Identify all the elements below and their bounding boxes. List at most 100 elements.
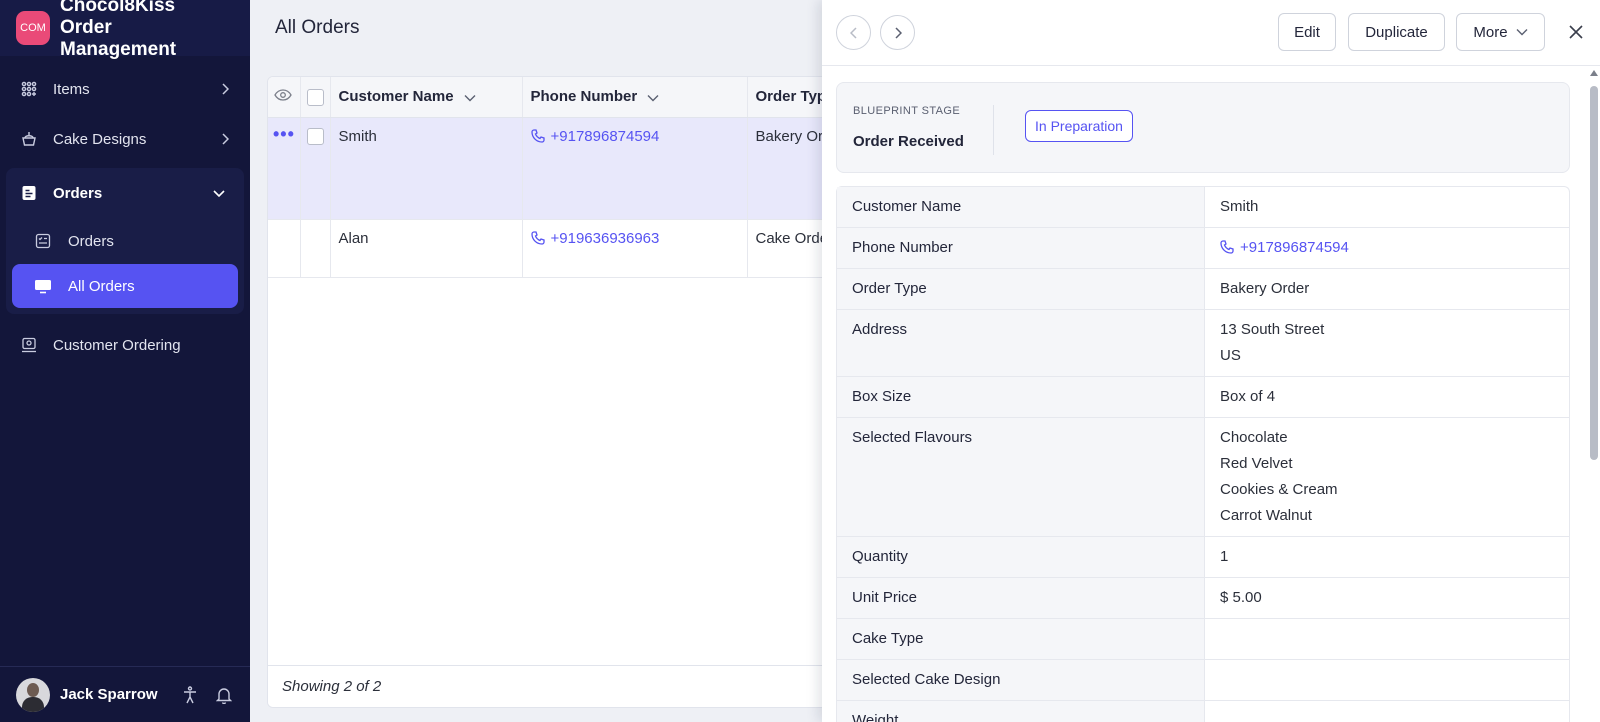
detail-row-cake-type: Cake Type <box>837 619 1569 660</box>
phone-number-link[interactable]: +917896874594 <box>551 128 660 145</box>
eye-icon[interactable] <box>274 88 292 105</box>
close-panel-button[interactable] <box>1562 18 1590 46</box>
row-select-cell <box>300 219 331 278</box>
detail-row-address: Address 13 South Street US <box>837 310 1569 377</box>
scroll-up-arrow-icon[interactable] <box>1590 70 1598 76</box>
user-name: Jack Sparrow <box>60 686 158 703</box>
sidebar: COM Chocol8Kiss Order Management Items C… <box>0 0 250 722</box>
flavour-item: Cookies & Cream <box>1220 481 1338 498</box>
sidebar-subitem-label: Orders <box>68 232 114 250</box>
order-detail-panel: Edit Duplicate More BLUEPRINT STAGE Orde… <box>822 0 1600 722</box>
panel-header: Edit Duplicate More <box>822 0 1600 66</box>
detail-value: $ 5.00 <box>1220 589 1262 606</box>
sidebar-subitem-orders[interactable]: Orders <box>12 218 238 264</box>
detail-label: Selected Cake Design <box>837 660 1205 700</box>
sidebar-item-customer-ordering[interactable]: Customer Ordering <box>0 320 250 370</box>
detail-label: Selected Flavours <box>837 418 1205 536</box>
chevron-down-icon[interactable] <box>647 89 659 106</box>
table-row[interactable]: Alan +919636936963 Cake Order <box>268 219 826 278</box>
detail-value: Chocolate Red Velvet Cookies & Cream Car… <box>1205 418 1569 536</box>
address-line: US <box>1220 347 1241 364</box>
duplicate-button[interactable]: Duplicate <box>1348 13 1445 51</box>
stage-label: BLUEPRINT STAGE <box>853 105 961 117</box>
page-title: All Orders <box>275 17 360 38</box>
order-details-table: Customer Name Smith Phone Number +917896… <box>836 186 1570 722</box>
column-header-label: Phone Number <box>530 87 638 105</box>
accessibility-icon[interactable] <box>180 685 200 705</box>
phone-number-link[interactable]: +919636936963 <box>551 230 660 247</box>
column-visibility-header[interactable] <box>268 77 301 118</box>
sidebar-nav: Items Cake Designs Orders Orders All Ord… <box>0 56 250 370</box>
more-button[interactable]: More <box>1456 13 1545 51</box>
detail-label: Phone Number <box>837 228 1205 268</box>
detail-label: Quantity <box>837 537 1205 577</box>
detail-value: 13 South Street US <box>1205 310 1569 376</box>
sidebar-subitem-all-orders[interactable]: All Orders <box>12 264 238 308</box>
next-record-button[interactable] <box>880 15 915 50</box>
detail-row-selected-flavours: Selected Flavours Chocolate Red Velvet C… <box>837 418 1569 537</box>
close-icon <box>1569 25 1583 39</box>
detail-label: Box Size <box>837 377 1205 417</box>
cell-order-type[interactable]: Bakery Order <box>747 117 826 220</box>
chevron-right-icon <box>894 26 902 39</box>
blueprint-stage-card: BLUEPRINT STAGE Order Received In Prepar… <box>836 82 1570 173</box>
flavour-item: Carrot Walnut <box>1220 507 1312 524</box>
app-title: Chocol8Kiss Order Management <box>60 0 177 60</box>
detail-row-quantity: Quantity 1 <box>837 537 1569 578</box>
sidebar-item-label: Cake Designs <box>53 130 147 148</box>
panel-scrollbar[interactable] <box>1590 70 1598 720</box>
flavour-item: Red Velvet <box>1220 455 1293 472</box>
main-content: All Orders Customer Name Phone Number Or… <box>250 0 827 722</box>
chevron-down-icon <box>212 186 226 200</box>
flavour-item: Chocolate <box>1220 429 1288 446</box>
sidebar-item-label: Customer Ordering <box>53 336 181 354</box>
column-header-customer-name[interactable]: Customer Name <box>330 77 523 118</box>
cell-phone-number[interactable]: +917896874594 <box>522 117 748 220</box>
select-all-checkbox[interactable] <box>306 88 324 106</box>
sidebar-item-orders[interactable]: Orders <box>6 168 244 218</box>
clipboard-icon <box>20 184 38 202</box>
more-button-label: More <box>1473 23 1508 41</box>
cell-customer-name[interactable]: Smith <box>330 117 523 220</box>
chevron-right-icon <box>218 132 232 146</box>
edit-button[interactable]: Edit <box>1278 13 1336 51</box>
cell-customer-name[interactable]: Alan <box>330 219 523 278</box>
bell-icon[interactable] <box>214 685 234 705</box>
detail-label: Unit Price <box>837 578 1205 618</box>
detail-label: Order Type <box>837 269 1205 309</box>
chevron-down-icon[interactable] <box>464 89 476 106</box>
detail-row-customer-name: Customer Name Smith <box>837 187 1569 228</box>
current-stage: Order Received <box>853 133 964 150</box>
scrollbar-thumb[interactable] <box>1590 86 1598 460</box>
orders-table-card: Customer Name Phone Number Order Type ••… <box>267 76 827 708</box>
table-row[interactable]: ••• Smith +917896874594 Bakery Order <box>268 117 826 220</box>
more-actions-icon[interactable]: ••• <box>273 124 295 144</box>
sidebar-footer: Jack Sparrow <box>0 666 250 722</box>
phone-icon <box>530 230 545 245</box>
column-header-label: Customer Name <box>338 87 454 105</box>
table-footer: Showing 2 of 2 <box>268 665 826 707</box>
sidebar-item-items[interactable]: Items <box>0 64 250 114</box>
row-actions-cell <box>268 219 301 278</box>
avatar[interactable] <box>16 677 50 712</box>
cell-order-type[interactable]: Cake Order <box>747 219 826 278</box>
detail-value: Box of 4 <box>1220 388 1276 405</box>
app-logo: COM <box>16 11 50 45</box>
column-header-order-type[interactable]: Order Type <box>747 77 827 118</box>
detail-row-phone-number: Phone Number +917896874594 <box>837 228 1569 269</box>
phone-number-link[interactable]: +917896874594 <box>1240 239 1349 256</box>
sidebar-item-label: Orders <box>53 184 103 202</box>
cell-phone-number[interactable]: +919636936963 <box>522 219 748 278</box>
portal-icon <box>20 336 38 354</box>
column-header-phone-number[interactable]: Phone Number <box>522 77 748 118</box>
table-header-row: Customer Name Phone Number Order Type <box>268 77 827 118</box>
sidebar-subitem-label: All Orders <box>68 277 135 295</box>
previous-record-button[interactable] <box>836 15 871 50</box>
detail-value <box>1205 660 1569 700</box>
monitor-icon <box>34 277 52 295</box>
chevron-left-icon <box>849 26 857 39</box>
column-header-label: Order Type <box>755 88 827 106</box>
next-stage-button[interactable]: In Preparation <box>1025 110 1133 142</box>
row-checkbox[interactable] <box>306 127 324 145</box>
sidebar-item-cake-designs[interactable]: Cake Designs <box>0 114 250 164</box>
